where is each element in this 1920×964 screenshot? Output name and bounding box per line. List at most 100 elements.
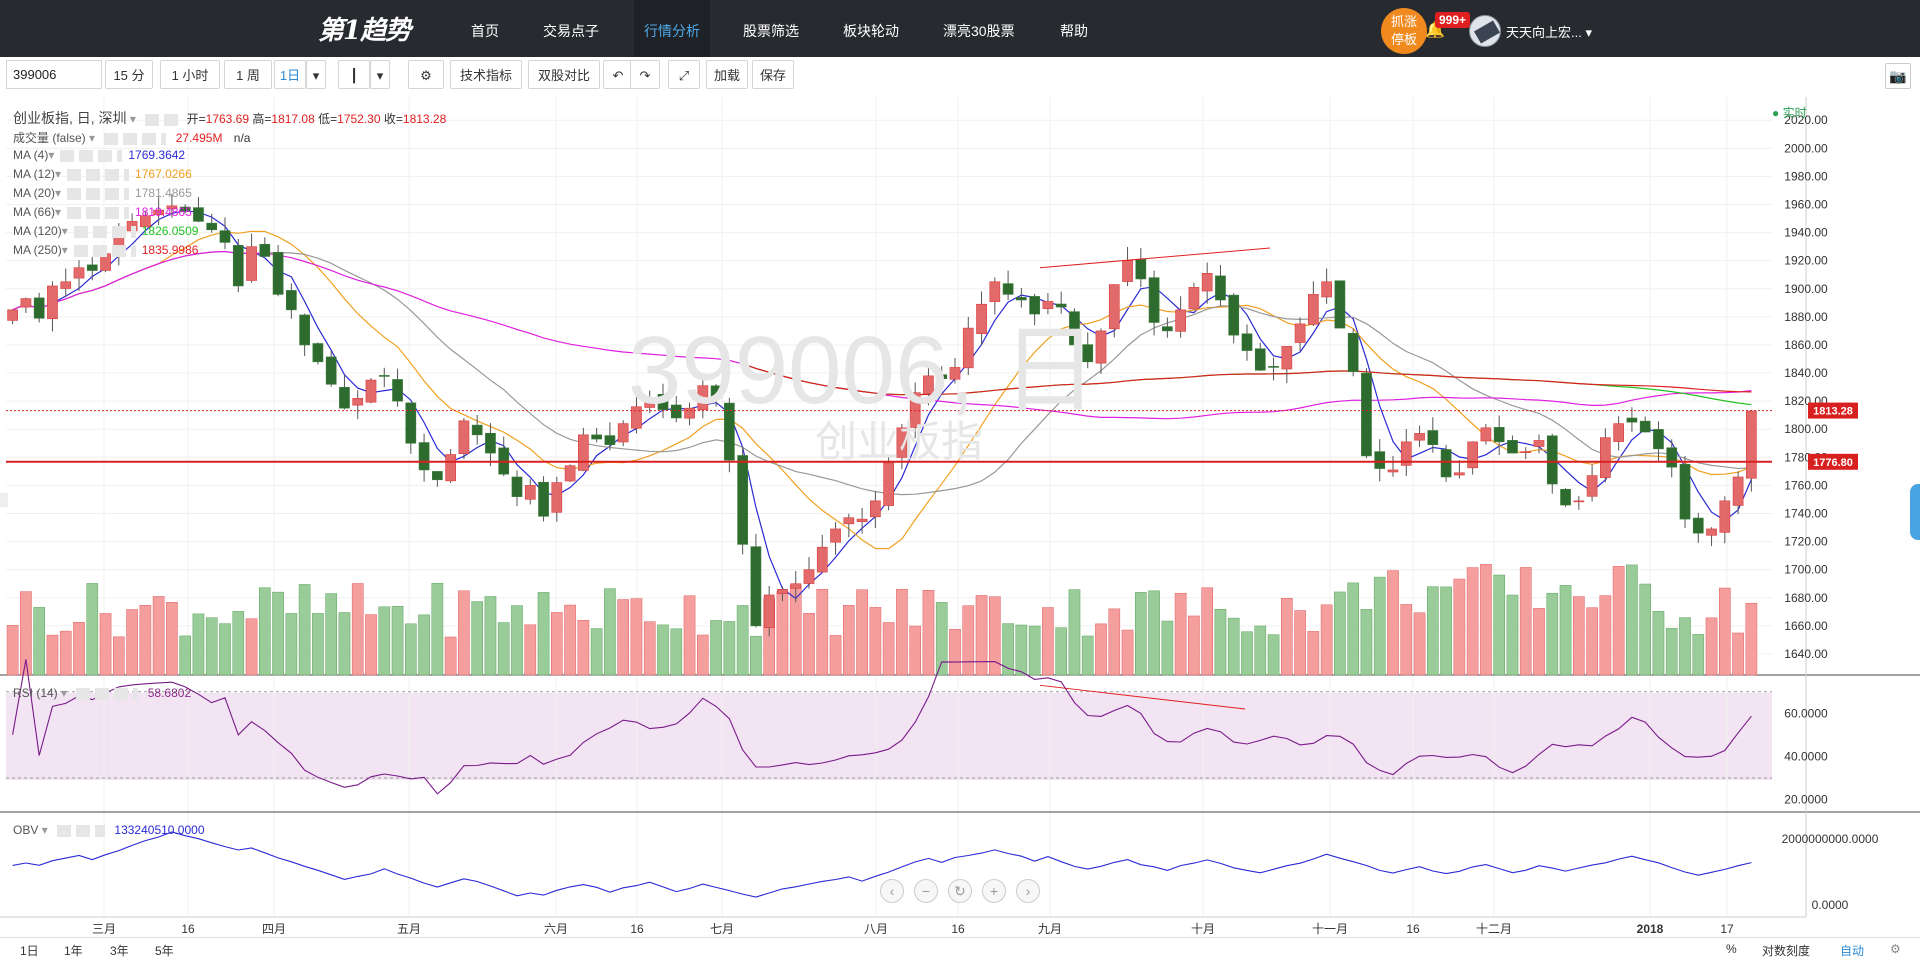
time-tick-label: 16	[630, 922, 644, 936]
nav-home[interactable]: 首页	[471, 0, 499, 57]
volume-bar	[1108, 608, 1121, 676]
load-button[interactable]: 加载	[706, 60, 748, 89]
range-5y[interactable]: 5年	[155, 942, 174, 959]
settings-gear-icon[interactable]: ⚙	[1890, 942, 1901, 956]
candle-body	[1732, 476, 1744, 506]
volume-bar	[179, 635, 192, 676]
left-panel-toggle-icon[interactable]	[0, 493, 8, 507]
symbol-input[interactable]: 399006	[6, 60, 102, 89]
nav-stock-screener[interactable]: 股票筛选	[743, 0, 799, 57]
chevron-down-icon[interactable]: ▾	[130, 112, 136, 126]
volume-bar	[126, 609, 138, 676]
interval-1d[interactable]: 1日	[274, 60, 306, 89]
volume-bar	[1665, 627, 1678, 676]
candle-body	[246, 246, 257, 281]
legend-buttons-icon[interactable]	[104, 132, 167, 145]
redo-icon[interactable]: ↷	[630, 60, 660, 89]
zoom-in-icon[interactable]: +	[982, 879, 1006, 903]
candle-body	[1546, 435, 1558, 485]
scroll-left-icon[interactable]: ‹	[880, 879, 904, 903]
chart-toolbar: 399006 15 分 1 小时 1 周 1日 ▾ ┃ ▾ ⚙ 技术指标 双股对…	[0, 57, 1920, 98]
chevron-down-icon[interactable]: ▾	[42, 823, 48, 837]
percent-toggle[interactable]: %	[1726, 942, 1737, 956]
nav-trade-ideas[interactable]: 交易点子	[543, 0, 599, 57]
legend-buttons-icon[interactable]	[73, 225, 136, 238]
chevron-down-icon[interactable]: ▾	[48, 148, 54, 162]
chevron-down-icon[interactable]: ▾	[61, 686, 67, 700]
candle-body	[299, 314, 310, 346]
watermark-name: 创业板指	[815, 418, 984, 465]
nav-market-analysis[interactable]: 行情分析	[634, 0, 710, 57]
chevron-down-icon[interactable]: ▾	[89, 131, 95, 145]
settings-gear-icon[interactable]: ⚙	[408, 60, 444, 89]
volume-bar	[1373, 576, 1386, 676]
camera-icon[interactable]: 📷	[1885, 63, 1911, 89]
candle-body	[1639, 420, 1651, 433]
nav-top30-stocks[interactable]: 漂亮30股票	[943, 0, 1015, 57]
range-1y[interactable]: 1年	[64, 942, 83, 959]
range-1d[interactable]: 1日	[20, 942, 39, 959]
volume-bar	[670, 628, 683, 676]
candle-body	[1108, 284, 1120, 330]
volume-bar	[112, 636, 125, 676]
volume-extra: n/a	[233, 131, 251, 145]
save-button[interactable]: 保存	[752, 60, 794, 89]
chevron-down-icon[interactable]: ▾	[55, 167, 61, 181]
chevron-down-icon[interactable]: ▾	[62, 224, 68, 238]
price-tick-label: 1860.00	[1784, 338, 1828, 352]
interval-chevron-down-icon[interactable]: ▾	[306, 60, 326, 89]
realtime-indicator: ● 实时	[1772, 106, 1807, 120]
volume-bar	[232, 611, 245, 676]
legend-buttons-icon[interactable]	[67, 187, 130, 200]
volume-bar	[458, 590, 470, 676]
volume-bar	[205, 617, 218, 676]
undo-icon[interactable]: ↶	[603, 60, 633, 89]
zoom-out-icon[interactable]: −	[914, 879, 938, 903]
candle-body	[219, 230, 231, 243]
chevron-down-icon[interactable]: ▾	[55, 186, 61, 200]
time-tick-label: 16	[1406, 922, 1420, 936]
limit-up-badge[interactable]: 抓涨 停板	[1381, 8, 1427, 54]
legend-buttons-icon[interactable]	[76, 687, 139, 700]
interval-1h[interactable]: 1 小时	[160, 60, 220, 89]
chevron-down-icon[interactable]: ▾	[55, 205, 61, 219]
site-logo[interactable]: 第1趋势	[318, 10, 411, 47]
chevron-down-icon[interactable]: ▾	[62, 243, 68, 257]
right-panel-toggle-icon[interactable]	[1910, 484, 1920, 540]
compare-button[interactable]: 双股对比	[528, 60, 600, 89]
legend-buttons-icon[interactable]	[67, 168, 130, 181]
log-scale-toggle[interactable]: 对数刻度	[1762, 942, 1810, 959]
auto-scale-toggle[interactable]: 自动	[1840, 942, 1864, 959]
username-menu[interactable]: 天天向上宏... ▾	[1506, 22, 1592, 41]
legend-buttons-icon[interactable]	[60, 149, 123, 162]
top-nav: 第1趋势 首页 交易点子 行情分析 股票筛选 板块轮动 漂亮30股票 帮助 抓涨…	[0, 0, 1920, 57]
interval-1w[interactable]: 1 周	[224, 60, 272, 89]
volume-bar	[166, 602, 178, 676]
volume-bar	[1161, 620, 1174, 676]
candle-body	[445, 454, 456, 482]
interval-15m[interactable]: 15 分	[105, 60, 153, 89]
volume-bar	[1493, 574, 1506, 676]
volume-bar	[258, 587, 271, 676]
candle-body	[20, 298, 32, 308]
volume-bar	[272, 591, 284, 676]
candle-body	[325, 356, 337, 385]
nav-help[interactable]: 帮助	[1060, 0, 1088, 57]
legend-buttons-icon[interactable]	[57, 824, 106, 837]
scroll-right-icon[interactable]: ›	[1016, 879, 1040, 903]
legend-buttons-icon[interactable]	[73, 244, 136, 257]
reset-icon[interactable]: ↻	[948, 879, 972, 903]
legend-buttons-icon[interactable]	[145, 113, 184, 126]
chart-area[interactable]: 2020.00 2000.00 1980.00 1960.00 1940.00 1920.…	[0, 97, 1920, 937]
nav-sector-rotation[interactable]: 板块轮动	[843, 0, 899, 57]
indicators-button[interactable]: 技术指标	[450, 60, 522, 89]
legend-buttons-icon[interactable]	[67, 206, 130, 219]
fullscreen-icon[interactable]: ⤢	[668, 60, 700, 89]
candlestick-type-icon[interactable]: ┃	[338, 60, 370, 89]
chart-svg[interactable]: 2020.002000.001980.001960.001940.001920.…	[0, 97, 1920, 937]
chart-type-chevron-down-icon[interactable]: ▾	[370, 60, 390, 89]
range-3y[interactable]: 3年	[110, 942, 129, 959]
candle-body	[1480, 427, 1492, 442]
avatar[interactable]	[1469, 15, 1501, 47]
candle-body	[1268, 366, 1279, 368]
